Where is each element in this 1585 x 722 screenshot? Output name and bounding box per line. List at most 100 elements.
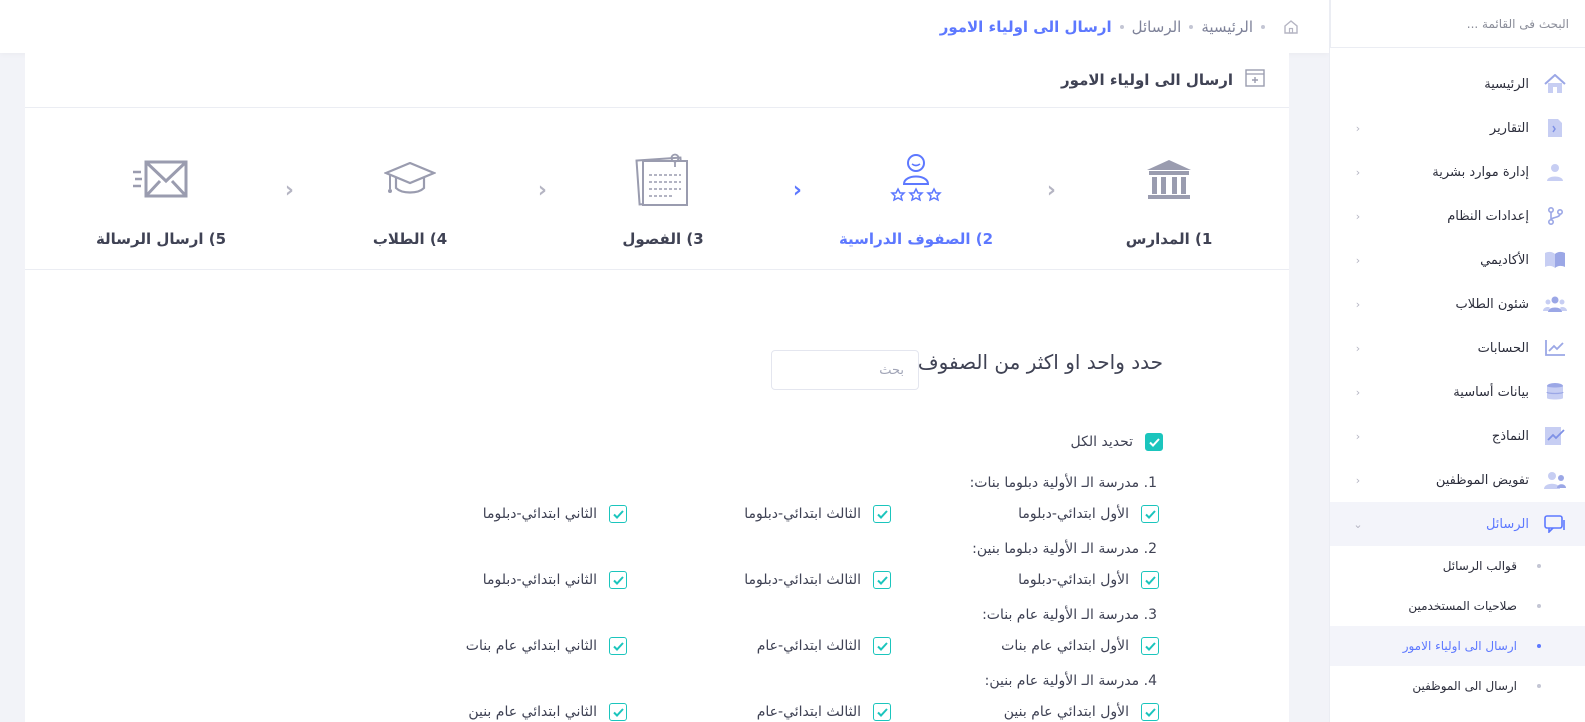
sidebar-menu: الرئيسية التقارير ‹ إدارة موارد بشرية ‹ … — [1330, 48, 1585, 706]
sidebar-item-label: الحسابات — [1477, 340, 1529, 356]
sidebar-item-messages[interactable]: الرسائل ⌄ — [1330, 502, 1585, 546]
chevron-left-icon: ‹ — [1355, 165, 1361, 179]
grade-checkbox[interactable]: الثاني ابتدائي عام بنات — [466, 637, 627, 655]
grade-checkbox[interactable]: الثالث ابتدائي-دبلوما — [744, 571, 891, 589]
grade-label: الأول ابتدائي عام بنات — [1001, 638, 1129, 654]
checkbox-checked-icon[interactable] — [873, 703, 891, 721]
grade-label: الثالث ابتدائي-دبلوما — [744, 506, 861, 522]
chevron-left-icon: ‹ — [1355, 385, 1361, 399]
grade-checkbox[interactable]: الثالث ابتدائي-دبلوما — [744, 505, 891, 523]
user-icon — [1543, 160, 1567, 184]
sidebar-item-label: شئون الطلاب — [1455, 296, 1529, 312]
home-icon[interactable] — [1283, 19, 1299, 35]
grade-checkbox[interactable]: الأول ابتدائي-دبلوما — [1018, 571, 1159, 589]
sidebar-item-hr[interactable]: إدارة موارد بشرية ‹ — [1330, 150, 1585, 194]
breadcrumb-home[interactable]: الرئيسية — [1201, 18, 1253, 36]
step-label: 4) الطلاب — [372, 230, 448, 248]
sidebar-item-label: الأكاديمي — [1480, 252, 1529, 268]
grade-checkbox[interactable]: الأول ابتدائي-دبلوما — [1018, 505, 1159, 523]
breadcrumb-separator — [1261, 24, 1265, 29]
home-icon — [1543, 72, 1567, 96]
card-title: ارسال الى اولياء الامور — [1061, 71, 1233, 89]
step-send-message[interactable]: 5) ارسال الرسالة — [71, 144, 251, 248]
sidebar-item-delegation[interactable]: تفويض الموظفين ‹ — [1330, 458, 1585, 502]
checkbox-checked-icon[interactable] — [873, 571, 891, 589]
top-header: الرئيسية الرسائل ارسال الى اولياء الامور — [0, 0, 1329, 53]
step-grades[interactable]: 2) الصفوف الدراسية — [826, 144, 1006, 248]
sidebar-subitem-label: ارسال الى الموظفين — [1412, 679, 1517, 693]
checkbox-checked-icon[interactable] — [1141, 505, 1159, 523]
report-icon — [1543, 116, 1567, 140]
checkbox-checked-icon[interactable] — [1145, 433, 1163, 451]
checkbox-checked-icon[interactable] — [873, 637, 891, 655]
chevron-left-icon: ‹ — [1355, 297, 1361, 311]
breadcrumb: الرئيسية الرسائل ارسال الى اولياء الامور — [940, 18, 1299, 36]
sidebar-item-label: إدارة موارد بشرية — [1432, 164, 1529, 180]
sidebar-search-placeholder[interactable]: البحث فى القائمة ... — [1467, 17, 1569, 31]
sidebar: البحث فى القائمة ... الرئيسية التقارير ‹… — [1329, 0, 1585, 722]
step-students[interactable]: 4) الطلاب — [320, 144, 500, 248]
school-title: 3. مدرسة الـ الأولية عام بنات: — [982, 607, 1157, 623]
breadcrumb-messages[interactable]: الرسائل — [1132, 18, 1182, 36]
sidebar-item-label: النماذج — [1491, 428, 1529, 444]
sidebar-item-accounts[interactable]: الحسابات ‹ — [1330, 326, 1585, 370]
checkbox-checked-icon[interactable] — [609, 505, 627, 523]
sidebar-item-basic-data[interactable]: بيانات أساسية ‹ — [1330, 370, 1585, 414]
search-input[interactable] — [771, 350, 919, 390]
checkbox-checked-icon[interactable] — [873, 505, 891, 523]
add-document-icon — [1245, 69, 1265, 91]
grade-label: الأول ابتدائي-دبلوما — [1018, 572, 1129, 588]
sidebar-subitem-permissions[interactable]: صلاحيات المستخدمين — [1330, 586, 1585, 626]
sidebar-search[interactable]: البحث فى القائمة ... — [1330, 0, 1585, 48]
grade-checkbox[interactable]: الثاني ابتدائي-دبلوما — [483, 505, 627, 523]
sidebar-subitem-templates[interactable]: قوالب الرسائل — [1330, 546, 1585, 586]
step-label: 2) الصفوف الدراسية — [838, 230, 994, 248]
grade-checkbox[interactable]: الأول ابتدائي عام بنات — [1001, 637, 1159, 655]
checkbox-checked-icon[interactable] — [609, 571, 627, 589]
rated-user-icon — [888, 144, 944, 216]
sidebar-subitem-send-employees[interactable]: ارسال الى الموظفين — [1330, 666, 1585, 706]
card-header: ارسال الى اولياء الامور — [25, 53, 1289, 108]
grade-checkbox[interactable]: الأول ابتدائي عام بنين — [1004, 703, 1159, 721]
messages-icon — [1543, 512, 1567, 536]
checkbox-checked-icon[interactable] — [1141, 703, 1159, 721]
sidebar-item-label: تفويض الموظفين — [1435, 472, 1529, 488]
grade-checkbox[interactable]: الثاني ابتدائي عام بنين — [468, 703, 627, 721]
notepad-icon — [635, 144, 691, 216]
checkbox-checked-icon[interactable] — [609, 637, 627, 655]
sidebar-subitem-label: ارسال الى اولياء الامور — [1402, 639, 1517, 653]
grade-checkbox[interactable]: الثالث ابتدائي-عام — [757, 637, 891, 655]
step-classes[interactable]: 3) الفصول — [573, 144, 753, 248]
sidebar-item-home[interactable]: الرئيسية — [1330, 62, 1585, 106]
sidebar-item-system-settings[interactable]: إعدادات النظام ‹ — [1330, 194, 1585, 238]
chevron-left-icon: ‹ — [792, 178, 802, 203]
checkbox-checked-icon[interactable] — [1141, 637, 1159, 655]
sidebar-item-student-affairs[interactable]: شئون الطلاب ‹ — [1330, 282, 1585, 326]
sidebar-item-label: بيانات أساسية — [1453, 384, 1529, 400]
school-title: 2. مدرسة الـ الأولية دبلوما بنين: — [972, 541, 1157, 557]
grade-checkbox[interactable]: الثالث ابتدائي-عام — [757, 703, 891, 721]
graduation-cap-icon — [384, 144, 436, 216]
grade-label: الثالث ابتدائي-دبلوما — [744, 572, 861, 588]
chevron-left-icon: ‹ — [284, 178, 294, 203]
select-all-checkbox[interactable]: تحديد الكل — [1071, 433, 1163, 451]
sidebar-item-label: إعدادات النظام — [1447, 208, 1529, 224]
bullet-dot — [1537, 604, 1541, 608]
sidebar-item-reports[interactable]: التقارير ‹ — [1330, 106, 1585, 150]
sidebar-subitem-send-parents[interactable]: ارسال الى اولياء الامور — [1330, 626, 1585, 666]
sidebar-item-forms[interactable]: النماذج ‹ — [1330, 414, 1585, 458]
sidebar-item-academic[interactable]: الأكاديمي ‹ — [1330, 238, 1585, 282]
chevron-left-icon: ‹ — [1355, 121, 1361, 135]
book-icon — [1543, 248, 1567, 272]
chevron-left-icon: ‹ — [1046, 178, 1056, 203]
grade-label: الثاني ابتدائي عام بنات — [465, 638, 597, 654]
git-icon — [1543, 204, 1567, 228]
sidebar-item-label: الرسائل — [1485, 516, 1529, 532]
step-schools[interactable]: 1) المدارس — [1079, 144, 1259, 248]
fast-mail-icon — [132, 144, 190, 216]
checkbox-checked-icon[interactable] — [1141, 571, 1159, 589]
checkbox-checked-icon[interactable] — [609, 703, 627, 721]
grade-checkbox[interactable]: الثاني ابتدائي-دبلوما — [483, 571, 627, 589]
select-all-label: تحديد الكل — [1070, 434, 1133, 450]
chevron-left-icon: ‹ — [1355, 429, 1361, 443]
